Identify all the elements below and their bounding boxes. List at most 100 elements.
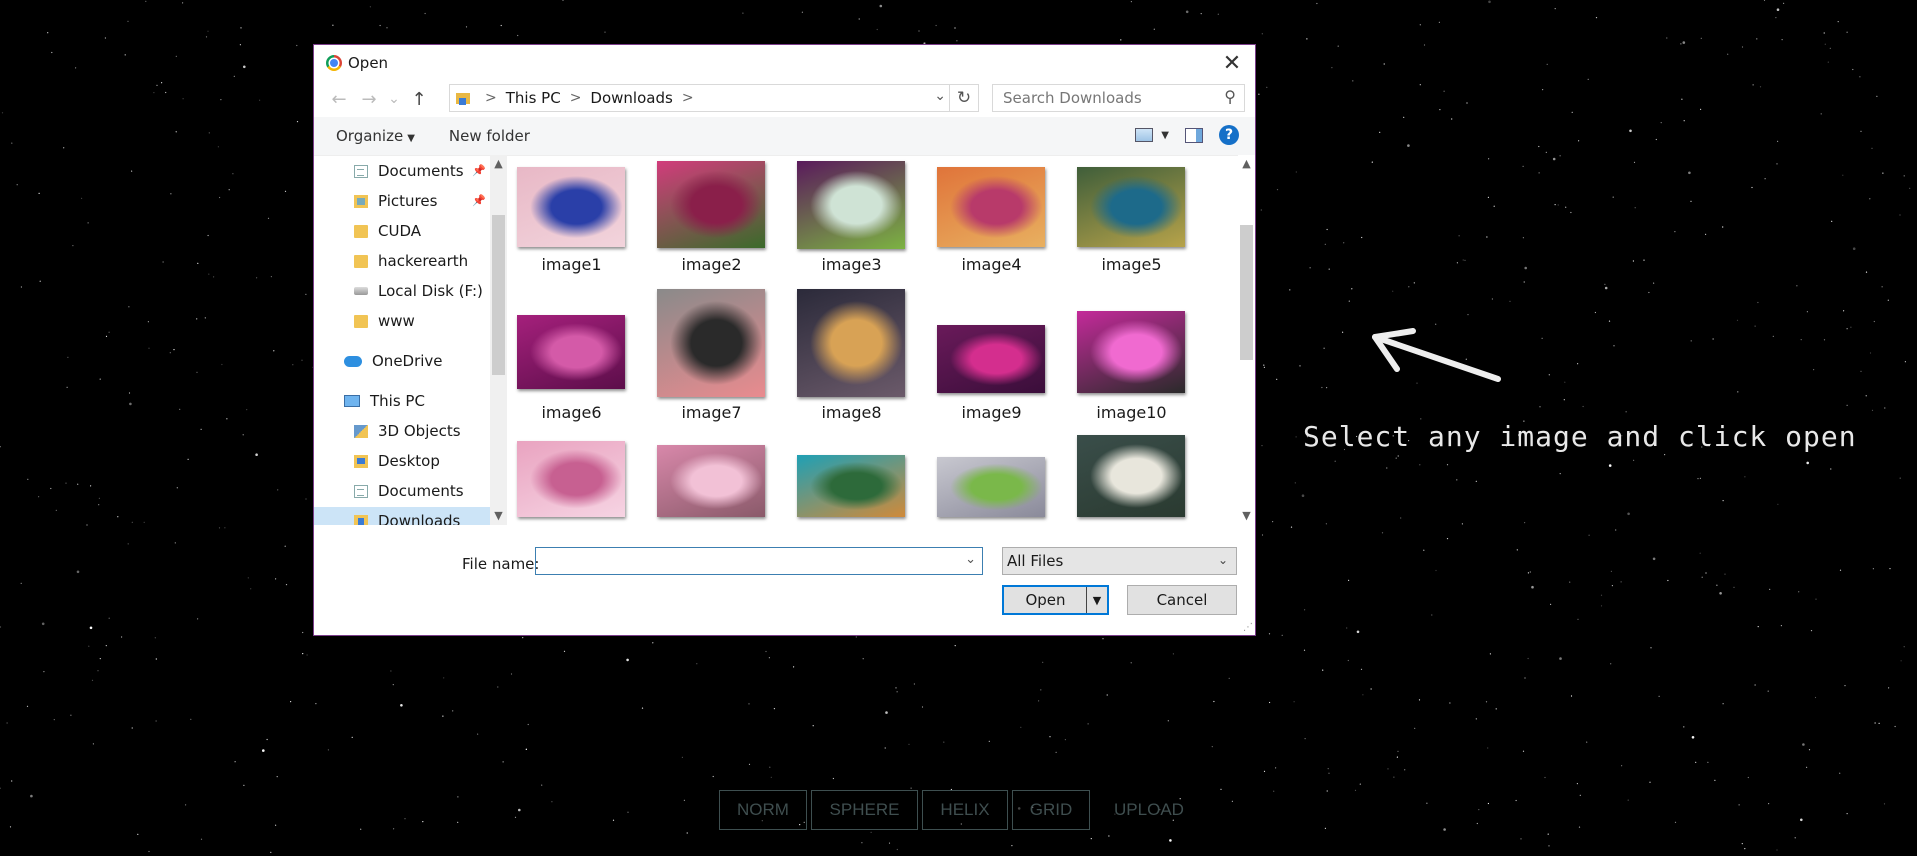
- star: [1578, 140, 1580, 142]
- file-name-label[interactable]: image8: [789, 403, 914, 422]
- file-name-label[interactable]: image6: [509, 403, 634, 422]
- sidebar-item-documents[interactable]: Documents: [354, 157, 464, 185]
- star: [1808, 749, 1811, 751]
- sidebar-item-local-disk-f[interactable]: Local Disk (F:): [354, 277, 483, 305]
- cancel-button[interactable]: Cancel: [1127, 585, 1237, 615]
- resize-grip-icon[interactable]: ⋰: [1243, 622, 1253, 633]
- file-name-label[interactable]: image4: [929, 255, 1054, 274]
- star: [129, 402, 132, 406]
- recent-locations-chevron-icon[interactable]: ⌄: [384, 91, 404, 107]
- file-thumbnail[interactable]: [657, 289, 765, 397]
- star: [1275, 767, 1277, 769]
- file-thumbnail[interactable]: [937, 167, 1045, 247]
- file-thumbnail[interactable]: [517, 167, 625, 247]
- scroll-up-icon[interactable]: ▲: [490, 157, 507, 170]
- organize-menu[interactable]: Organize ▼: [336, 127, 415, 145]
- new-folder-button[interactable]: New folder: [449, 127, 530, 145]
- sphere-button[interactable]: SPHERE: [811, 790, 918, 830]
- file-name-label[interactable]: image1: [509, 255, 634, 274]
- sidebar-item-this-pc[interactable]: This PC: [344, 387, 425, 415]
- star: [1539, 406, 1541, 408]
- open-options-dropdown-icon[interactable]: ▼: [1086, 587, 1107, 613]
- file-type-select[interactable]: All Files ⌄: [1002, 547, 1237, 575]
- scroll-thumb[interactable]: [1240, 225, 1253, 360]
- up-arrow-icon[interactable]: ↑: [404, 89, 434, 110]
- file-name-label[interactable]: image5: [1069, 255, 1194, 274]
- helix-button[interactable]: HELIX: [922, 790, 1008, 830]
- star: [104, 37, 106, 39]
- star: [793, 666, 795, 668]
- breadcrumb-this-pc[interactable]: This PC: [506, 89, 561, 107]
- star: [1316, 2, 1318, 5]
- star: [1261, 33, 1263, 35]
- sidebar-item-www[interactable]: www: [354, 307, 415, 335]
- scroll-down-icon[interactable]: ▼: [490, 509, 507, 522]
- file-name-label[interactable]: image2: [649, 255, 774, 274]
- scroll-thumb[interactable]: [492, 215, 505, 375]
- sidebar-item-onedrive[interactable]: OneDrive: [344, 347, 443, 375]
- close-icon[interactable]: ✕: [1219, 51, 1245, 76]
- address-bar[interactable]: > This PC > Downloads > ⌄ ↻: [449, 84, 979, 112]
- upload-button[interactable]: UPLOAD: [1094, 790, 1204, 830]
- address-dropdown-icon[interactable]: ⌄: [934, 88, 946, 104]
- sidebar-item-3d-objects[interactable]: 3D Objects: [354, 417, 461, 445]
- star: [351, 736, 353, 739]
- star: [457, 796, 459, 798]
- star: [155, 658, 157, 660]
- search-box[interactable]: ⚲: [992, 84, 1245, 112]
- search-input[interactable]: [1001, 88, 1215, 108]
- scroll-up-icon[interactable]: ▲: [1238, 157, 1255, 170]
- file-thumbnail[interactable]: [797, 455, 905, 517]
- navigation-row: ← → ⌄ ↑ > This PC > Downloads > ⌄ ↻ ⚲: [314, 81, 1255, 117]
- file-thumbnail[interactable]: [937, 457, 1045, 517]
- star: [208, 132, 210, 134]
- sidebar-item-documents[interactable]: Documents: [354, 477, 464, 505]
- file-name-label[interactable]: image10: [1069, 403, 1194, 422]
- change-view-button[interactable]: ▼: [1135, 128, 1169, 142]
- file-name-label[interactable]: image9: [929, 403, 1054, 422]
- breadcrumb-downloads[interactable]: Downloads: [590, 89, 672, 107]
- sidebar-item-pictures[interactable]: Pictures: [354, 187, 437, 215]
- file-thumbnail[interactable]: [517, 315, 625, 389]
- star: [1348, 300, 1350, 302]
- scroll-down-icon[interactable]: ▼: [1238, 509, 1255, 522]
- star: [284, 545, 286, 547]
- chevron-down-icon[interactable]: ⌄: [965, 552, 976, 567]
- forward-arrow-icon[interactable]: →: [354, 89, 384, 110]
- file-thumbnail[interactable]: [657, 161, 765, 248]
- file-thumbnail[interactable]: [797, 289, 905, 397]
- file-thumbnail[interactable]: [657, 445, 765, 517]
- drive-icon: [354, 287, 368, 295]
- star: [1524, 522, 1526, 524]
- star: [1700, 108, 1702, 110]
- preview-pane-icon[interactable]: [1185, 127, 1203, 143]
- file-thumbnail[interactable]: [1077, 435, 1185, 517]
- norm-button[interactable]: NORM: [719, 790, 807, 830]
- star: [92, 743, 94, 745]
- back-arrow-icon[interactable]: ←: [324, 89, 354, 110]
- file-thumbnail[interactable]: [517, 441, 625, 517]
- file-name-label[interactable]: image7: [649, 403, 774, 422]
- star: [43, 671, 45, 673]
- navigation-scrollbar[interactable]: ▲ ▼: [490, 155, 507, 525]
- star: [502, 761, 504, 763]
- sidebar-item-cuda[interactable]: CUDA: [354, 217, 421, 245]
- file-name-input[interactable]: [540, 548, 964, 574]
- help-icon[interactable]: ?: [1219, 125, 1239, 145]
- files-scrollbar[interactable]: ▲ ▼: [1238, 155, 1255, 525]
- star: [1776, 163, 1778, 165]
- sidebar-item-desktop[interactable]: Desktop: [354, 447, 440, 475]
- file-thumbnail[interactable]: [797, 161, 905, 249]
- file-thumbnail[interactable]: [1077, 167, 1185, 247]
- file-name-combobox[interactable]: ⌄: [535, 547, 983, 575]
- sidebar-item-hackerearth[interactable]: hackerearth: [354, 247, 468, 275]
- grid-button[interactable]: GRID: [1012, 790, 1090, 830]
- refresh-icon[interactable]: ↻: [949, 85, 978, 111]
- file-thumbnail[interactable]: [937, 325, 1045, 393]
- file-name-label[interactable]: image3: [789, 255, 914, 274]
- sidebar-item-downloads[interactable]: Downloads: [314, 507, 490, 525]
- open-button[interactable]: Open ▼: [1002, 585, 1109, 615]
- file-thumbnail[interactable]: [1077, 311, 1185, 393]
- star: [1823, 339, 1826, 341]
- star: [913, 683, 916, 685]
